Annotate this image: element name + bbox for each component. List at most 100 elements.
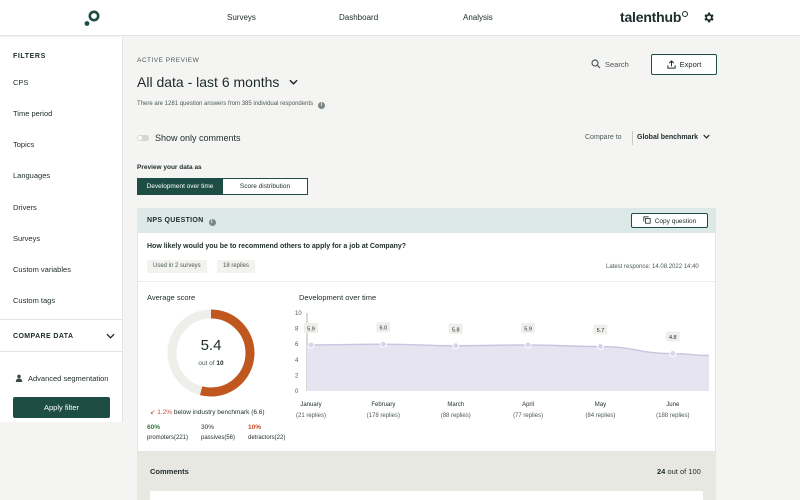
x-replies-label: (21 replies)	[296, 413, 326, 419]
sidebar-divider	[0, 319, 123, 320]
detractors-percent: 10%	[248, 424, 262, 431]
chevron-down-icon[interactable]	[106, 333, 115, 339]
x-tick-label: April	[522, 402, 534, 408]
data-point	[452, 342, 460, 350]
filter-languages[interactable]: Languages	[13, 171, 50, 180]
x-replies-label: (84 replies)	[585, 413, 615, 419]
info-icon[interactable]: i	[208, 219, 216, 226]
data-point	[669, 350, 677, 358]
value-label: 4.8	[669, 335, 677, 341]
comments-count: 24 out of 100	[657, 467, 701, 476]
filter-custom-variables[interactable]: Custom variables	[13, 265, 71, 274]
export-button[interactable]: Export	[651, 54, 717, 75]
compare-separator	[632, 131, 633, 145]
x-replies-label: (188 replies)	[656, 413, 689, 419]
filter-custom-tags[interactable]: Custom tags	[13, 296, 55, 305]
top-bar: Surveys Dashboard Analysis talenthub	[0, 0, 800, 36]
compare-select[interactable]: Global benchmark	[637, 134, 710, 141]
copy-question-label: Copy question	[654, 218, 697, 225]
value-label: 5.8	[452, 327, 460, 333]
latest-response: Latest responce: 14.08.2022 14:40	[606, 264, 699, 270]
data-point	[596, 343, 604, 351]
nav-surveys[interactable]: Surveys	[227, 13, 256, 22]
development-chart: 10 8 6 4 2 0 5.9 January (21 replies) 6.0 February…	[295, 311, 710, 419]
comments-count-value: 24	[657, 467, 666, 476]
search-button[interactable]: Search	[591, 59, 629, 69]
copy-icon	[643, 216, 651, 224]
x-replies-label: (77 replies)	[513, 413, 543, 419]
tag-used-in-surveys: Used in 2 surveys	[147, 260, 207, 273]
detractors-label: detractors(22)	[248, 435, 286, 441]
benchmark-note: ↙ 1.2% below industry benchmark (6.6)	[150, 408, 265, 416]
show-comments-label: Show only comments	[155, 133, 241, 143]
export-label: Export	[679, 60, 702, 69]
filter-surveys[interactable]: Surveys	[13, 234, 40, 243]
y-tick-label: 0	[295, 389, 299, 395]
area-fill	[307, 344, 709, 391]
compare-to-label: Compare to	[585, 134, 622, 141]
score-out-label: out of	[198, 360, 215, 367]
comment-card	[150, 491, 703, 500]
tag-replies: 18 replies	[217, 260, 256, 273]
search-icon	[591, 59, 601, 69]
preview-label: Preview your data as	[137, 164, 202, 171]
passives-label: passives(56)	[201, 435, 236, 441]
apply-filter-button[interactable]: Apply filter	[13, 397, 110, 418]
average-score-label: Average score	[147, 293, 196, 302]
sidebar-divider	[0, 351, 123, 352]
nav-analysis[interactable]: Analysis	[463, 13, 493, 22]
nav-dashboard[interactable]: Dashboard	[339, 13, 378, 22]
promoters-label: promoters(221)	[147, 435, 189, 441]
data-point	[379, 340, 387, 348]
x-replies-label: (178 replies)	[367, 413, 400, 419]
y-tick-label: 10	[295, 311, 302, 317]
chevron-down-icon	[703, 134, 710, 139]
value-label: 5.9	[307, 326, 315, 332]
page-title[interactable]: All data - last 6 months	[137, 74, 298, 90]
data-point	[307, 341, 315, 349]
advanced-segmentation[interactable]: Advanced segmentation	[15, 374, 108, 383]
benchmark-text: below industry benchmark (6.6)	[173, 409, 265, 416]
value-label: 6.0	[380, 326, 388, 332]
filter-cps[interactable]: CPS	[13, 78, 28, 87]
show-comments-toggle[interactable]	[137, 135, 149, 141]
value-label: 5.9	[524, 326, 532, 332]
filter-drivers[interactable]: Drivers	[13, 203, 37, 212]
passives-percent: 30%	[201, 424, 215, 431]
score-max: 10	[216, 360, 224, 367]
x-tick-label: February	[371, 402, 395, 408]
development-label: Development over time	[299, 293, 377, 302]
info-icon[interactable]: i	[318, 102, 326, 109]
y-tick-label: 8	[295, 327, 299, 333]
logo-icon[interactable]	[83, 9, 101, 27]
advanced-segmentation-label: Advanced segmentation	[28, 374, 109, 383]
compare-data-toggle[interactable]: COMPARE DATA	[13, 333, 73, 340]
data-point	[524, 341, 532, 349]
y-tick-label: 6	[295, 342, 299, 348]
y-tick-label: 4	[295, 358, 299, 364]
brand-logo: talenthub	[620, 9, 689, 25]
average-score-value: 5.4	[200, 337, 222, 354]
comments-count-suffix: out of 100	[667, 467, 701, 476]
filter-time-period[interactable]: Time period	[13, 109, 52, 118]
nps-card: NPS QUESTION i Copy question How likely w…	[137, 208, 716, 452]
copy-question-button[interactable]: Copy question	[631, 213, 708, 228]
tab-development-over-time[interactable]: Development over time	[137, 178, 223, 195]
trend-down-icon: ↙	[150, 409, 156, 416]
export-icon	[667, 60, 676, 69]
search-label: Search	[605, 60, 629, 69]
respondents-note: There are 1281 question answers from 385…	[137, 101, 326, 109]
gear-icon[interactable]	[702, 11, 715, 24]
x-replies-label: (88 replies)	[441, 413, 471, 419]
comments-section: Comments 24 out of 100	[137, 452, 716, 500]
filters-heading: FILTERS	[13, 53, 46, 60]
nps-card-header: NPS QUESTION i Copy question	[138, 209, 715, 233]
nps-title-text: NPS QUESTION	[147, 217, 204, 224]
comments-title: Comments	[150, 467, 189, 476]
benchmark-delta: 1.2%	[157, 409, 173, 416]
promoters-percent: 60%	[147, 424, 161, 431]
filter-sidebar: FILTERS CPS Time period Topics Languages…	[0, 37, 123, 422]
nps-title: NPS QUESTION i	[147, 217, 216, 226]
tab-score-distribution[interactable]: Score distribution	[222, 178, 308, 195]
filter-topics[interactable]: Topics	[13, 140, 34, 149]
